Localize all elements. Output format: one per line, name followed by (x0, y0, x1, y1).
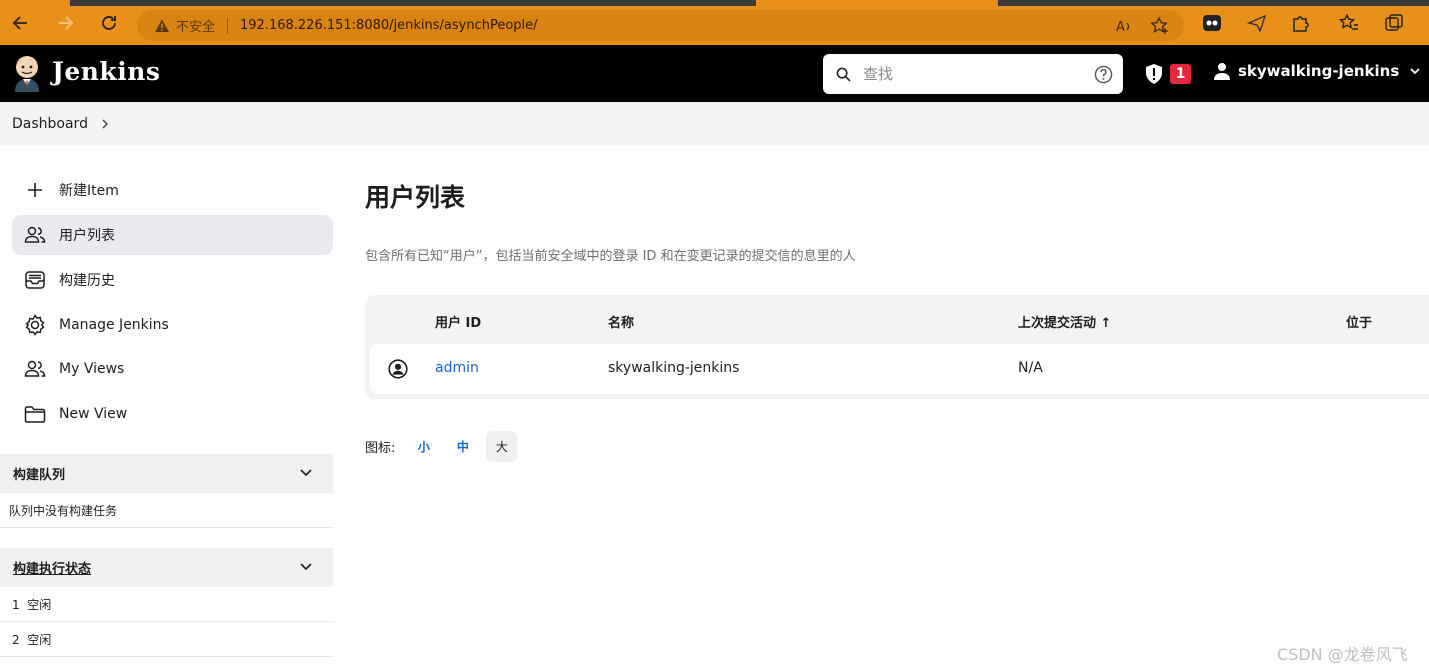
column-header-last-commit[interactable]: 上次提交活动 ↑ (1018, 312, 1111, 331)
plus-icon (28, 183, 42, 197)
extension-icon[interactable] (1202, 13, 1222, 33)
search-box[interactable] (823, 54, 1123, 94)
user-avatar-icon (388, 359, 408, 379)
warning-icon (155, 19, 169, 32)
chevron-down-icon[interactable] (299, 465, 313, 479)
security-alert-badge[interactable]: 1 (1170, 64, 1191, 84)
address-divider (227, 17, 229, 34)
sidebar-item-label: Manage Jenkins (59, 317, 169, 333)
send-icon[interactable] (1247, 13, 1267, 33)
column-header-user-id[interactable]: 用户 ID (435, 312, 481, 331)
executor-row: 2 空闲 (0, 622, 333, 657)
column-header-name[interactable]: 名称 (608, 312, 634, 331)
people-table: 用户 ID 名称 上次提交活动 ↑ 位于 admin skywalking-je… (365, 295, 1429, 399)
folder-icon (24, 406, 46, 423)
build-queue-empty-text: 队列中没有构建任务 (9, 503, 118, 518)
page-description: 包含所有已知“用户”，包括当前安全域中的登录 ID 和在变更记录的提交信的息里的… (365, 249, 856, 264)
icon-size-label: 图标: (365, 441, 396, 456)
history-icon (25, 271, 45, 289)
svg-text:A: A (1116, 20, 1125, 35)
column-header-on[interactable]: 位于 (1346, 312, 1372, 331)
sidebar-item-build-history[interactable]: 构建历史 (12, 260, 333, 300)
sidebar-item-label: My Views (59, 361, 125, 377)
security-label: 不安全 (176, 20, 216, 35)
breadcrumb: Dashboard (0, 102, 1429, 145)
browser-toolbar: 不安全 192.168.226.151:8080/jenkins/asynchP… (0, 0, 1429, 45)
people-icon (24, 360, 46, 377)
breadcrumb-dashboard[interactable]: Dashboard (12, 116, 88, 132)
chevron-right-icon[interactable] (100, 118, 110, 130)
browser-tab[interactable] (70, 0, 756, 6)
sidebar-item-manage-jenkins[interactable]: Manage Jenkins (12, 305, 333, 345)
sidebar-item-label: 新建Item (59, 183, 119, 199)
reload-button[interactable] (97, 11, 121, 35)
executor-row: 1 空闲 (0, 587, 333, 622)
sidebar-item-label: New View (59, 406, 128, 422)
icon-size-small[interactable]: 小 (408, 431, 439, 462)
user-id-link[interactable]: admin (435, 360, 479, 376)
help-icon[interactable] (1094, 65, 1113, 84)
chevron-down-icon (1410, 68, 1420, 75)
url-text[interactable]: 192.168.226.151:8080/jenkins/asynchPeopl… (240, 18, 538, 33)
executors-header[interactable]: 构建执行状态 (0, 548, 333, 587)
build-queue-title: 构建队列 (13, 468, 66, 483)
build-queue-empty: 队列中没有构建任务 (0, 493, 333, 528)
user-icon (1214, 63, 1230, 80)
sidebar-item-my-views[interactable]: My Views (12, 349, 333, 389)
favorites-icon[interactable] (1339, 13, 1359, 33)
people-icon (24, 226, 46, 243)
user-name: skywalking-jenkins (608, 360, 740, 376)
sidebar-item-new-view[interactable]: New View (12, 394, 333, 434)
executors-title[interactable]: 构建执行状态 (13, 558, 91, 577)
security-shield-icon[interactable] (1144, 63, 1164, 85)
brand-title[interactable]: Jenkins (52, 57, 160, 86)
page-title: 用户列表 (365, 183, 466, 212)
address-bar[interactable]: 不安全 192.168.226.151:8080/jenkins/asynchP… (137, 10, 1184, 41)
icon-size-medium[interactable]: 中 (447, 431, 478, 462)
search-icon (836, 67, 851, 82)
icon-size-selector: 图标: 小 中 大 (365, 431, 518, 462)
icon-size-large[interactable]: 大 (486, 431, 518, 462)
search-input[interactable] (863, 65, 1078, 83)
user-menu[interactable]: skywalking-jenkins (1213, 62, 1421, 80)
sidebar-item-new-item[interactable]: 新建Item (12, 170, 333, 210)
collections-icon[interactable] (1384, 13, 1404, 33)
user-last-commit: N/A (1018, 360, 1043, 376)
table-row: admin skywalking-jenkins N/A (370, 344, 1429, 394)
arrow-right-icon (59, 16, 74, 30)
gear-icon (25, 314, 45, 336)
executor-status: 2 空闲 (12, 632, 52, 647)
puzzle-icon[interactable] (1290, 13, 1310, 33)
reload-icon (102, 16, 116, 30)
sidebar-item-people[interactable]: 用户列表 (12, 215, 333, 255)
read-aloud-icon[interactable]: A (1114, 16, 1134, 36)
back-button[interactable] (9, 11, 33, 35)
username: skywalking-jenkins (1238, 62, 1400, 80)
jenkins-header: Jenkins 1 skywalking-jenkins (0, 45, 1429, 102)
favorite-add-icon[interactable] (1150, 16, 1170, 36)
sidebar-item-label: 用户列表 (59, 228, 115, 244)
chevron-down-icon[interactable] (299, 559, 313, 573)
build-queue-header[interactable]: 构建队列 (0, 454, 333, 493)
jenkins-logo-icon[interactable] (11, 54, 43, 92)
sidebar-item-label: 构建历史 (59, 273, 115, 289)
arrow-left-icon (12, 16, 27, 30)
executor-status: 1 空闲 (12, 597, 52, 612)
watermark: CSDN @龙卷风飞 (1277, 645, 1408, 664)
browser-tab[interactable] (998, 0, 1429, 6)
forward-button[interactable] (53, 11, 77, 35)
